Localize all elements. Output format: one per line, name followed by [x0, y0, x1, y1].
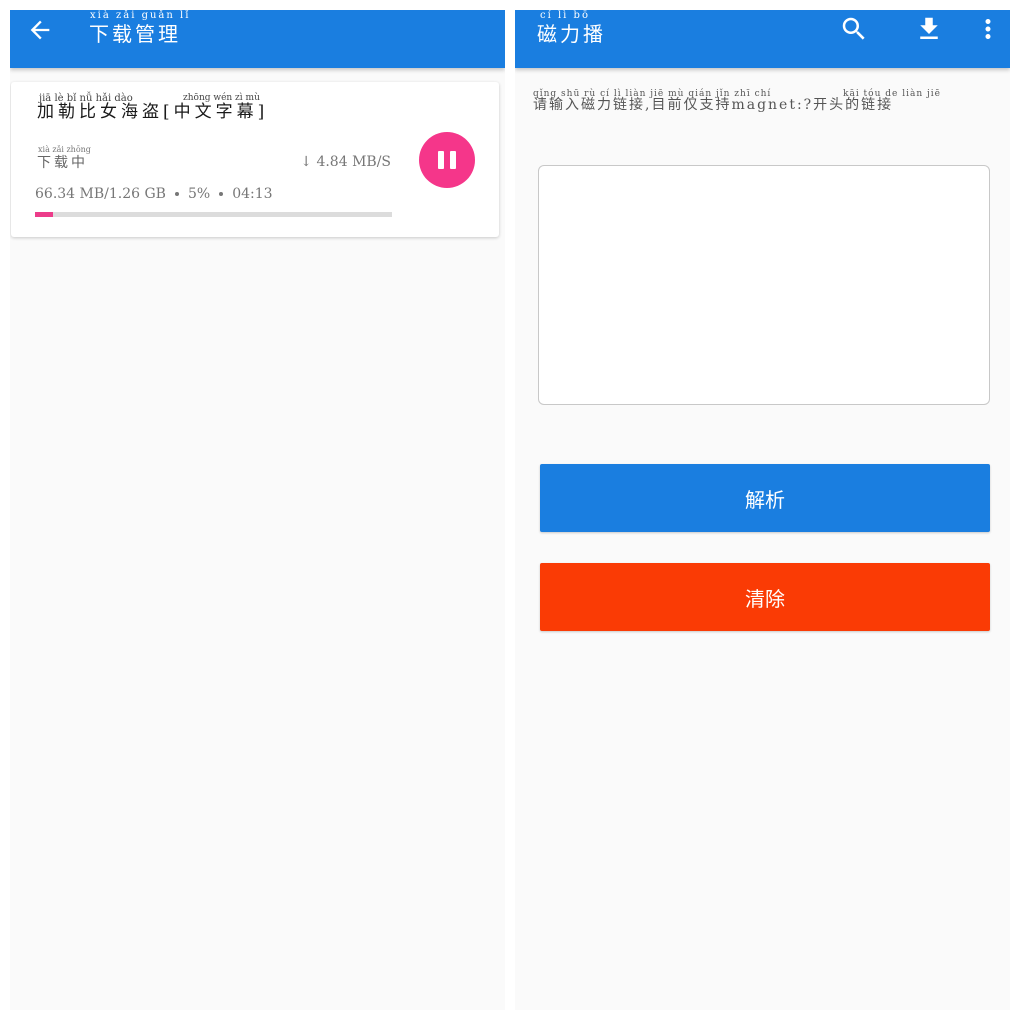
progress-bar-fill [35, 212, 53, 217]
separator-dot [219, 192, 224, 196]
download-manager-screen: xià zǎi guǎn lǐ 下载管理 jiā lè bǐ nǚ hǎi dà… [10, 10, 505, 1010]
magnet-screen: cí lì bō 磁力播 qǐng shū rù cí lì liàn jiē … [515, 10, 1010, 1010]
progress-bar [35, 212, 392, 217]
magnet-link-input[interactable] [538, 165, 990, 405]
separator-dot [174, 192, 179, 196]
task-name: 加勒比女海盗[中文字幕] [37, 102, 269, 122]
magnet-page-title: 磁力播 [537, 22, 606, 46]
task-size: 66.34 MB/1.26 GB [35, 186, 166, 202]
download-speed: ↓ 4.84 MB/S [300, 154, 391, 170]
task-status: 下载中 [37, 155, 88, 171]
pause-icon [438, 151, 444, 169]
task-eta: 04:13 [232, 186, 273, 202]
download-icon[interactable] [914, 14, 944, 44]
back-arrow-icon[interactable] [26, 16, 54, 44]
download-app-bar: xià zǎi guǎn lǐ 下载管理 [10, 10, 505, 68]
clear-button[interactable]: 清除 [540, 563, 990, 631]
page-title-pinyin: xià zǎi guǎn lǐ [90, 10, 191, 21]
download-task-card[interactable]: jiā lè bǐ nǚ hǎi dào zhōng wén zì mù 加勒比… [11, 82, 499, 237]
pause-icon [450, 151, 456, 169]
hint-text: 请输入磁力链接,目前仅支持magnet:?开头的链接 [533, 97, 894, 113]
parse-button[interactable]: 解析 [540, 464, 990, 532]
pause-button[interactable] [419, 132, 475, 188]
search-icon[interactable] [839, 14, 869, 44]
more-vert-icon[interactable] [973, 14, 1003, 44]
progress-info: 66.34 MB/1.26 GB 5% 04:13 [35, 186, 273, 202]
magnet-app-bar: cí lì bō 磁力播 [515, 10, 1010, 68]
task-percent: 5% [187, 186, 211, 202]
magnet-title-pinyin: cí lì bō [540, 10, 590, 21]
page-title: 下载管理 [89, 22, 181, 46]
task-status-pinyin: xià zǎi zhōng [38, 145, 91, 154]
